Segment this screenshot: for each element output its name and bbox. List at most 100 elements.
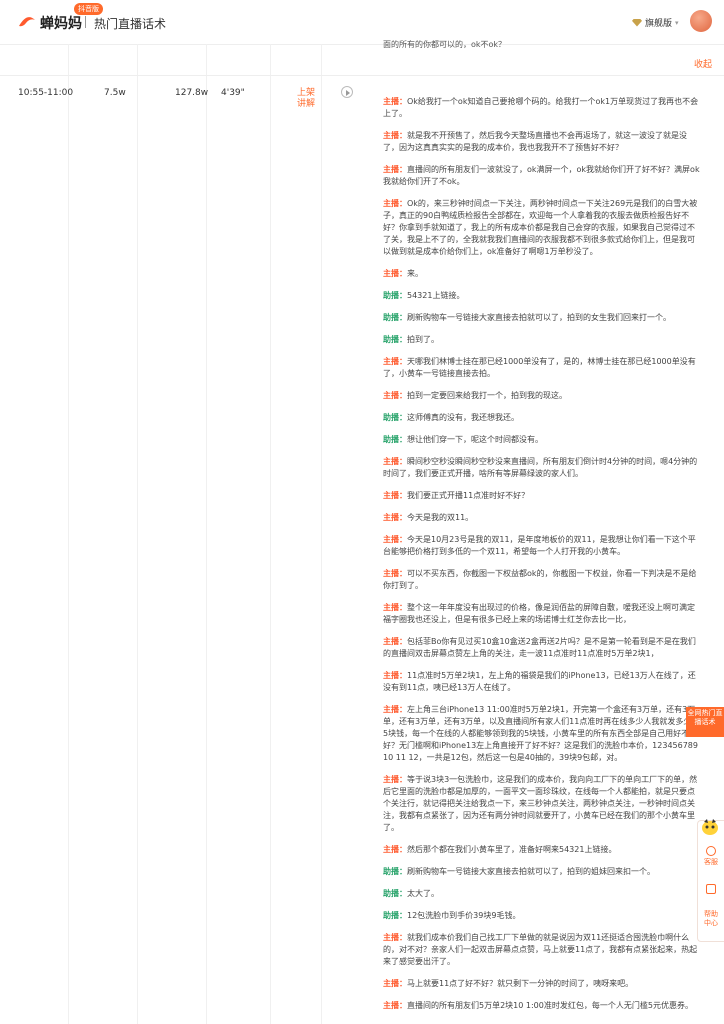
header-divider (85, 16, 86, 28)
transcript-text: 今天是我的双11。 (407, 513, 474, 522)
transcript-line: 主播：然后那个都在我们小黄车里了，准备好啊来54321上链接。 (383, 844, 701, 856)
vip-badge[interactable]: 旗舰版 ▾ (632, 16, 679, 29)
transcript-line: 主播：就是我不开预售了，然后我今天整场直播也不会再返场了，就这一波没了就是没了，… (383, 130, 701, 154)
transcript-line: 主播：马上就要11点了好不好？就只剩下一分钟的时间了，咦呀来吧。 (383, 978, 701, 990)
transcript-text: 今天是10月23号是我的双11，是年度地板价的双11，是我想让你们看一下这个平台… (383, 535, 696, 556)
time-range: 10:55-11:00 (18, 88, 74, 98)
speaker-label: 主播： (383, 603, 407, 612)
transcript-line: 主播：今天是10月23号是我的双11，是年度地板价的双11，是我想让你们看一下这… (383, 534, 701, 558)
play-icon[interactable] (341, 86, 353, 98)
speaker-label: 主播： (383, 199, 407, 208)
column-divider (68, 44, 69, 1024)
transcript-line: 主播：直播间的所有朋友们一波就没了，ok满屏一个，ok我就给你们开了好不好？满屏… (383, 164, 701, 188)
transcript-line: 主播：可以不买东西，你截图一下权益都ok的，你截图一下权益，你看一下判决是不是给… (383, 568, 701, 592)
transcript-text: 可以不买东西，你截图一下权益都ok的，你截图一下权益，你看一下判决是不是给你打到… (383, 569, 697, 590)
transcript-text: 这师傅真的没有，我还想我还。 (407, 413, 519, 422)
help-center-button[interactable]: 帮助中心 (698, 910, 724, 928)
transcript-line: 主播：Ok的，来三秒钟时间点一下关注，两秒钟时间点一下关注269元是我们的白雪大… (383, 198, 701, 258)
transcript-text: Ok给我打一个ok知道自己要抢哪个码的。给我打一个ok1万单现货过了我再也不会上… (383, 97, 699, 118)
collapse-button[interactable]: 收起 (694, 57, 712, 70)
transcript-text: Ok的，来三秒钟时间点一下关注，两秒钟时间点一下关注269元是我们的白雪大被子，… (383, 199, 698, 256)
transcript-text: 11点准时5万单2块1，左上角的福袋是我们的iPhone13，已经13万人在线了… (383, 671, 696, 692)
metric-value-1: 7.5w (104, 88, 126, 98)
speaker-label: 主播： (383, 535, 407, 544)
logo-icon (19, 17, 35, 27)
page-title: 热门直播话术 (94, 17, 167, 31)
top-header: 蝉妈妈 抖音版 热门直播话术 旗舰版 ▾ (0, 0, 724, 45)
transcript-line: 助播：这师傅真的没有，我还想我还。 (383, 412, 701, 424)
transcript-line: 助播：刷新购物车一号链接大家直接去拍就可以了，拍到的女生我们回来打一个。 (383, 312, 701, 324)
column-divider (270, 44, 271, 1024)
hot-scripts-tab[interactable]: 全网热门直播话术 (686, 707, 724, 737)
transcript-line: 助播：12包洗脸巾到手价39块9毛钱。 (383, 910, 701, 922)
transcript-line: 助播：刷新购物车一号链接大家直接去拍就可以了，拍到的姐妹回来扣一个。 (383, 866, 701, 878)
speaker-label: 主播： (383, 357, 407, 366)
transcript-text: 然后那个都在我们小黄车里了，准备好啊来54321上链接。 (407, 845, 617, 854)
transcript-text: 刷新购物车一号链接大家直接去拍就可以了，拍到的姐妹回来扣一个。 (407, 867, 655, 876)
transcript-text: 天哪我们林博士挂在那已经1000单没有了，是的，林博士挂在那已经1000单没有了… (383, 357, 696, 378)
transcript-line: 助播：想让他们穿一下，呢这个时间都没有。 (383, 434, 701, 446)
metric-value-2: 127.8w (175, 88, 209, 98)
speaker-label: 主播： (383, 637, 407, 646)
transcript-text: 等于说3块3一包洗脸巾，这是我们的成本价，我向向工厂下的单向工厂下的单，然后它里… (383, 775, 698, 832)
previous-row-text: 面的所有的你都可以的，ok不ok？ (383, 40, 507, 49)
transcript-line: 主播：左上角三台iPhone13 11:00准时5万单2块1，开完第一个盒还有3… (383, 704, 701, 764)
speaker-label: 主播： (383, 845, 407, 854)
transcript-line: 主播：11点准时5万单2块1，左上角的福袋是我们的iPhone13，已经13万人… (383, 670, 701, 694)
speaker-label: 主播： (383, 513, 407, 522)
speaker-label: 主播： (383, 569, 407, 578)
transcript-text: 54321上链接。 (407, 291, 465, 300)
transcript-line: 主播：Ok给我打一个ok知道自己要抢哪个码的。给我打一个ok1万单现货过了我再也… (383, 96, 701, 120)
avatar[interactable] (690, 10, 712, 32)
column-divider (321, 44, 322, 1024)
transcript-text: 我们要正式开播11点准时好不好？ (407, 491, 530, 500)
transcript-text: 刷新购物车一号链接大家直接去拍就可以了，拍到的女生我们回来打一个。 (407, 313, 671, 322)
speaker-label: 主播： (383, 131, 407, 140)
speaker-label: 主播： (383, 705, 407, 714)
transcript-text: 太大了。 (407, 889, 439, 898)
duration-value: 4'39" (221, 88, 245, 98)
headset-icon (706, 846, 716, 856)
transcript-text: 来。 (407, 269, 423, 278)
transcript-text: 12包洗脸巾到手价39块9毛钱。 (407, 911, 521, 920)
transcript-line: 主播：等于说3块3一包洗脸巾，这是我们的成本价，我向向工厂下的单向工厂下的单，然… (383, 774, 701, 834)
speaker-label: 主播： (383, 933, 407, 942)
transcript-text: 马上就要11点了好不好？就只剩下一分钟的时间了，咦呀来吧。 (407, 979, 634, 988)
transcript-text: 拍到了。 (407, 335, 439, 344)
logo-badge: 抖音版 (74, 3, 103, 15)
transcript-text: 就我们成本价我们自己找工厂下单做的就是说因为双11还挺适合囤洗脸巾啊什么的，对不… (383, 933, 698, 966)
speaker-label: 助播： (383, 291, 407, 300)
speaker-label: 助播： (383, 435, 407, 444)
qr-button[interactable] (698, 884, 724, 896)
column-divider (206, 44, 207, 1024)
transcript-text: 包括菲Bo你有见过买10盒10盒送2盒再送2片吗？是不是第一轮看到是不是在我们的… (383, 637, 696, 658)
vip-label: 旗舰版 (645, 19, 673, 29)
speaker-label: 主播： (383, 491, 407, 500)
transcript-text: 想让他们穿一下，呢这个时间都没有。 (407, 435, 543, 444)
speaker-label: 主播： (383, 1001, 407, 1010)
transcript-line: 主播：我们要正式开播11点准时好不好？ (383, 490, 701, 502)
column-divider (137, 44, 138, 1024)
transcript-line: 主播：来。 (383, 268, 701, 280)
transcript-line: 助播：太大了。 (383, 888, 701, 900)
transcript-line: 主播：今天是我的双11。 (383, 512, 701, 524)
speaker-label: 主播： (383, 97, 407, 106)
transcript-text: 整个这一年年度没有出现过的价格，像是润佰盐的屏障自敷，嗳我还没上啊可满定福字圈我… (383, 603, 695, 624)
logo-text: 蝉妈妈 (40, 16, 82, 32)
transcript-line: 主播：就我们成本价我们自己找工厂下单做的就是说因为双11还挺适合囤洗脸巾啊什么的… (383, 932, 701, 968)
service-label: 客服 (704, 858, 718, 866)
transcript-text: 就是我不开预售了，然后我今天整场直播也不会再返场了，就这一波没了就是没了，因为这… (383, 131, 687, 152)
transcript-text: 直播间的所有朋友们一波就没了，ok满屏一个，ok我就给你们开了好不好？满屏ok我… (383, 165, 700, 186)
speaker-label: 主播： (383, 979, 407, 988)
qrcode-icon (706, 884, 716, 894)
transcript-line: 助播：拍到了。 (383, 334, 701, 346)
transcript-line: 主播：包括菲Bo你有见过买10盒10盒送2盒再送2片吗？是不是第一轮看到是不是在… (383, 636, 701, 660)
speaker-label: 主播： (383, 457, 407, 466)
segment-tag: 上架讲解 (297, 88, 316, 109)
speaker-label: 主播： (383, 775, 407, 784)
transcript-line: 主播：瞬间秒空秒没瞬间秒空秒没来直播间，所有朋友们倒计时4分钟的时间，嗯4分钟的… (383, 456, 701, 480)
transcript-line: 主播：天哪我们林博士挂在那已经1000单没有了，是的，林博士挂在那已经1000单… (383, 356, 701, 380)
service-button[interactable]: 客服 (698, 846, 724, 867)
speaker-label: 主播： (383, 269, 407, 278)
speaker-label: 助播： (383, 889, 407, 898)
